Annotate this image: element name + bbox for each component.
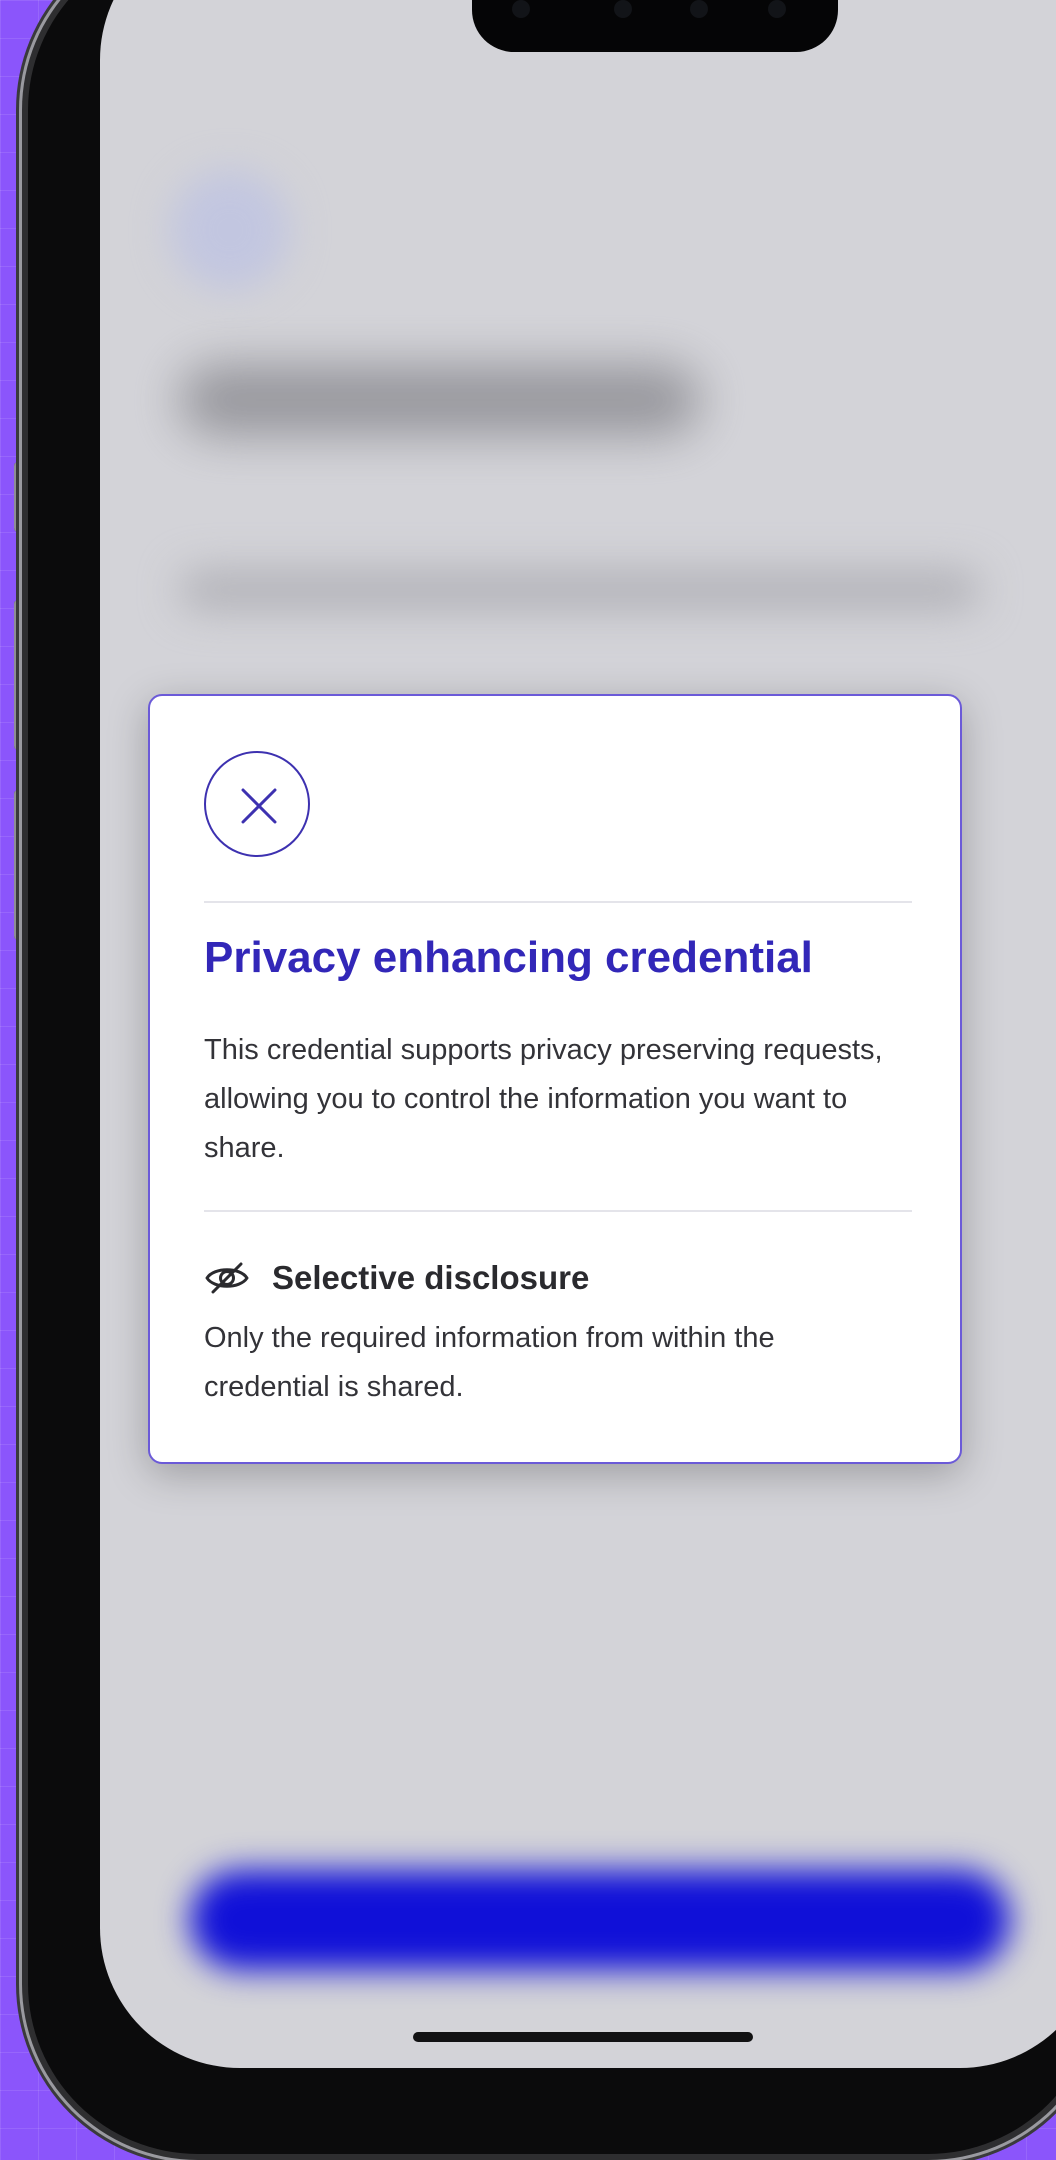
camera-notch [472,0,838,52]
feature-description: Only the required information from withi… [204,1322,775,1403]
silent-switch [14,462,26,532]
home-indicator[interactable] [413,2032,753,2042]
close-icon [241,788,277,824]
divider [204,1210,912,1212]
feature-title: Selective disclosure [272,1259,590,1296]
blurred-primary-button [190,1870,1010,1970]
privacy-info-modal: Privacy enhancing credential This creden… [148,694,962,1464]
sensor-dot [614,0,632,18]
sensor-dot [512,0,530,18]
close-button[interactable] [204,751,310,857]
modal-title: Privacy enhancing credential [204,933,813,982]
blurred-heading [180,365,700,435]
divider [204,901,912,903]
volume-down-button [14,790,26,940]
blurred-text-line [180,570,980,610]
front-camera [768,0,786,18]
feature-selective-disclosure: Selective disclosure [204,1252,589,1304]
blurred-avatar [170,170,290,290]
sensor-dot [690,0,708,18]
eye-slash-icon [204,1260,250,1296]
volume-up-button [14,600,26,750]
modal-description: This credential supports privacy preserv… [204,1034,883,1164]
